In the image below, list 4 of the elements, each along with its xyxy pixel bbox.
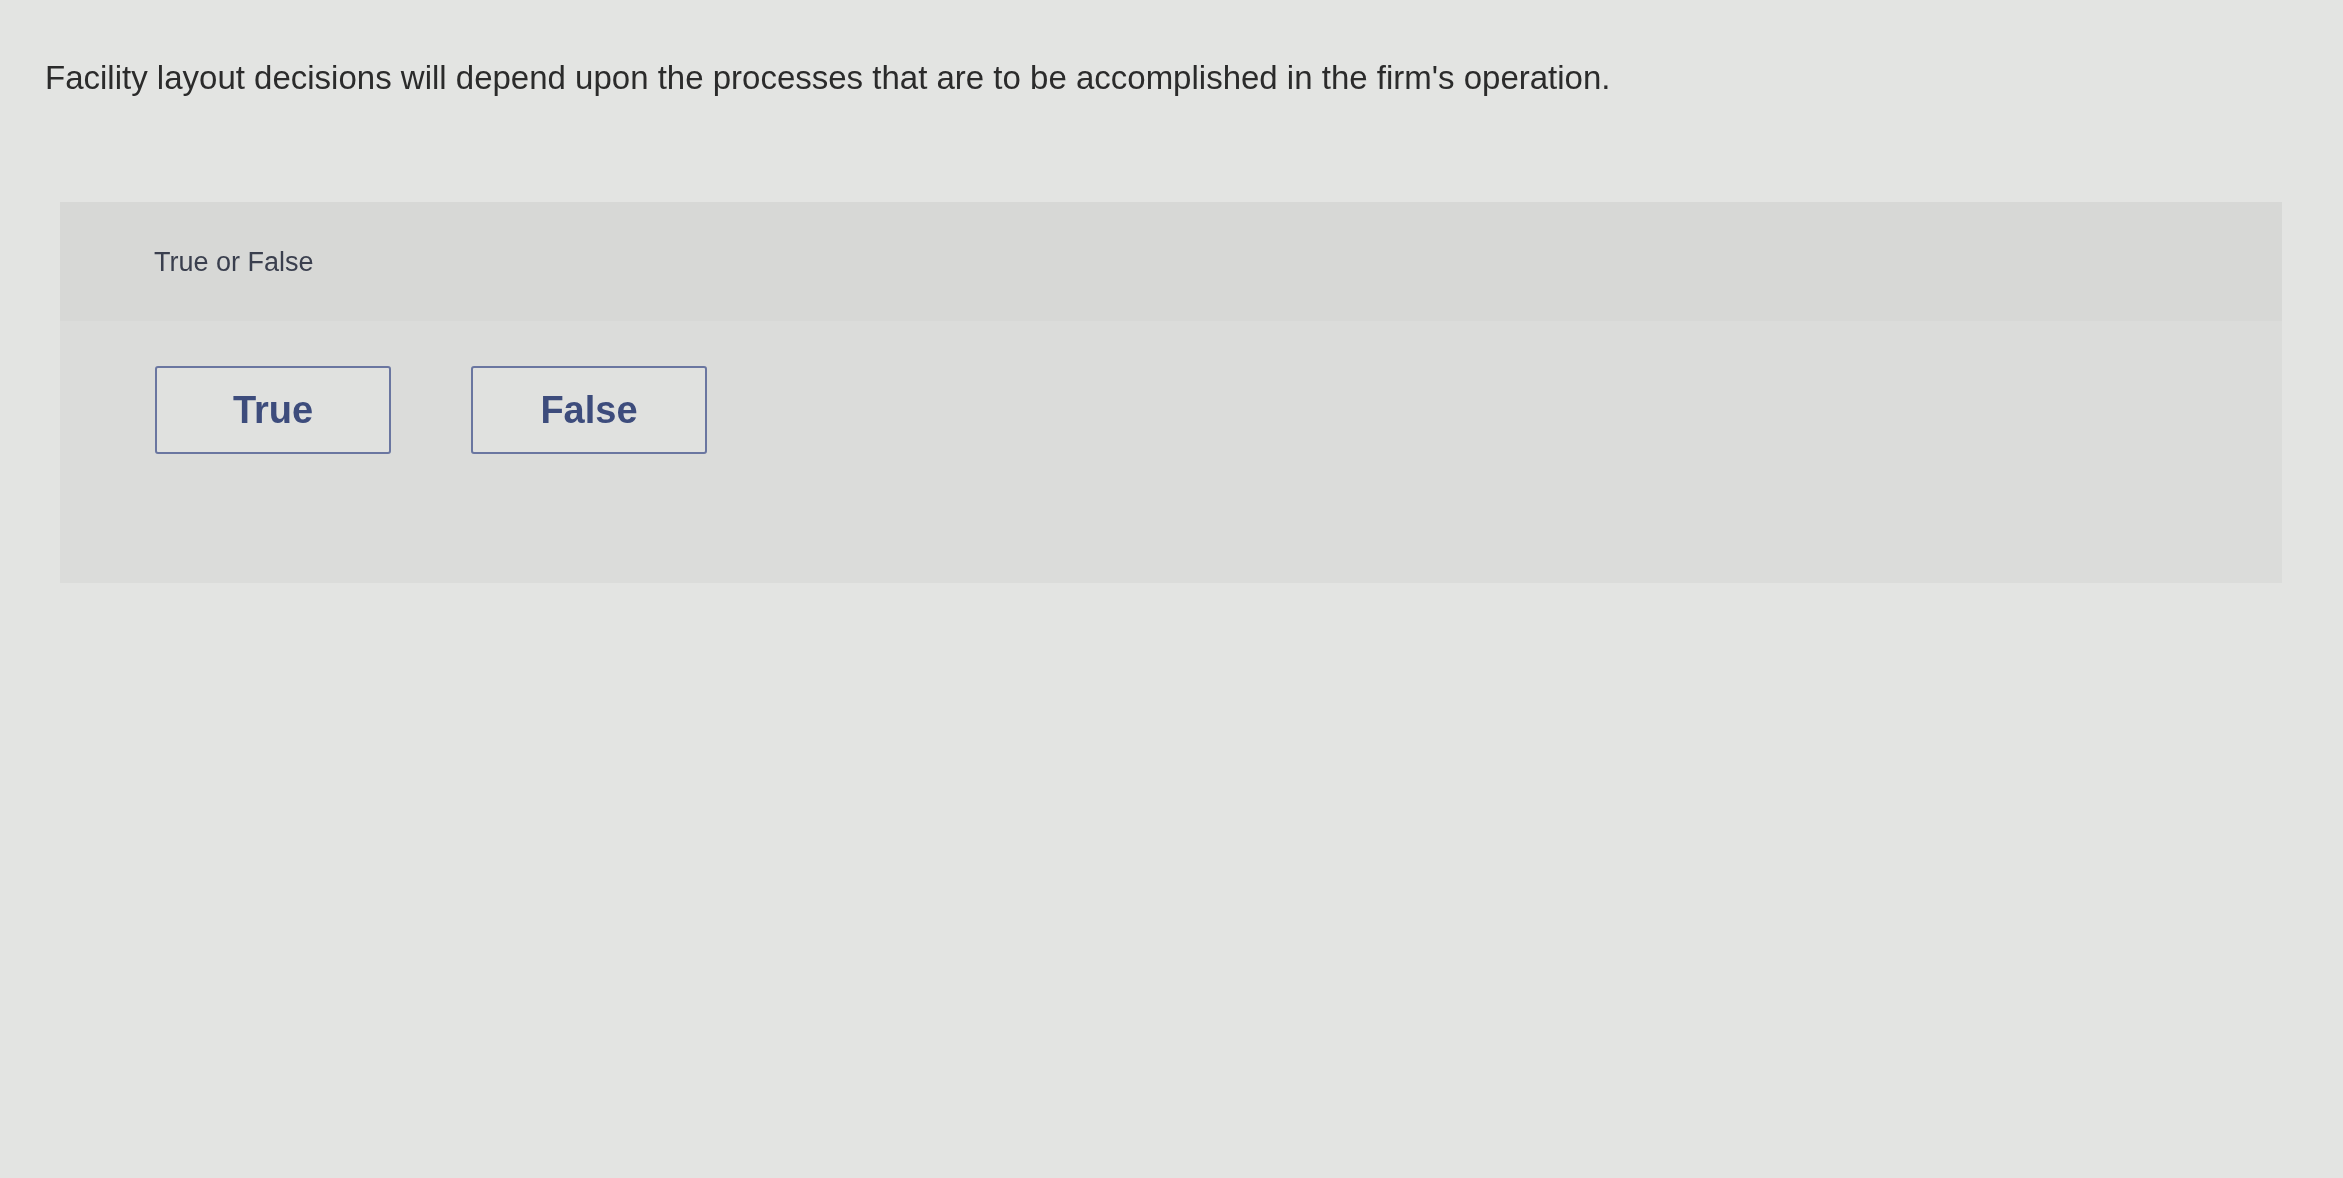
question-text: Facility layout decisions will depend upon the processes that are to be accomplished in the firm's operation.: [45, 58, 1611, 98]
answer-option-button[interactable]: True: [155, 366, 391, 454]
question-type-label: True or False: [154, 246, 314, 277]
answer-option-button[interactable]: False: [471, 366, 707, 454]
